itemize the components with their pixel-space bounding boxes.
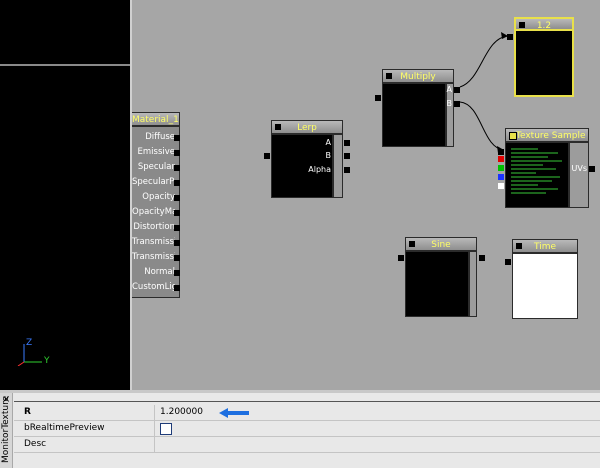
material-input-pin[interactable] [174, 210, 180, 216]
lerp-node[interactable]: Lerp A B Alpha [264, 120, 350, 198]
time-node[interactable]: Time [505, 239, 578, 319]
texture-uvs-pin[interactable] [589, 166, 595, 172]
constant-node[interactable]: 1.2 [507, 17, 574, 97]
material-input-label: Distortion [133, 222, 175, 232]
lerp-pin-alpha[interactable] [344, 167, 350, 173]
arrow-left-icon [219, 408, 249, 418]
constant-output-pin[interactable] [507, 34, 513, 40]
sine-node[interactable]: Sine [398, 237, 485, 317]
texture-rgb-pin[interactable] [498, 149, 504, 155]
time-output-pin[interactable] [505, 259, 511, 265]
constant-node-title: 1.2 [514, 17, 574, 31]
property-separator [154, 437, 155, 452]
texture-b-pin[interactable] [498, 174, 504, 180]
lerp-pin-a[interactable] [344, 140, 350, 146]
viewport-grid-line [0, 64, 130, 66]
material-input-label: Normal [144, 267, 175, 277]
texture-thumbnail-icon [508, 145, 566, 203]
material-input-pin[interactable] [174, 135, 180, 141]
material-input-pin[interactable] [174, 180, 180, 186]
material-input-label: SpecularPower [132, 177, 175, 187]
lerp-input-alpha: Alpha [308, 165, 331, 174]
lerp-input-a: A [325, 138, 331, 147]
property-row-r[interactable]: R 1.200000 [14, 405, 600, 421]
lerp-output-pin[interactable] [264, 153, 270, 159]
property-separator [154, 421, 155, 436]
lerp-port-column [333, 134, 343, 198]
sine-output-pin[interactable] [398, 255, 404, 261]
multiply-output-pin[interactable] [375, 95, 381, 101]
sine-node-preview [405, 251, 469, 317]
material-input-label: Emissive [137, 147, 176, 157]
properties-panel-title: MonitorTexture [1, 395, 11, 463]
material-input-label: Diffuse [145, 132, 175, 142]
property-name: R [24, 407, 31, 417]
lerp-node-title: Lerp [271, 120, 343, 134]
constant-node-preview [514, 31, 574, 97]
time-node-title: Time [512, 239, 578, 253]
multiply-input-b: B [446, 99, 453, 108]
material-input-label: CustomLighting [132, 282, 175, 292]
material-input-label: TransmissionMask [132, 237, 175, 247]
multiply-pin-a[interactable] [454, 87, 460, 93]
texture-g-pin[interactable] [498, 165, 504, 171]
texture-r-pin[interactable] [498, 156, 504, 162]
material-input-pin[interactable] [174, 240, 180, 246]
sine-node-title: Sine [405, 237, 477, 251]
property-separator [154, 405, 155, 420]
properties-panel: × MonitorTexture R 1.200000 bRealtimePre… [0, 390, 600, 468]
material-input-pin[interactable] [174, 270, 180, 276]
multiply-node-title: Multiply [382, 69, 454, 83]
material-input-pin[interactable] [174, 165, 180, 171]
texture-output-uvs: UVs [571, 164, 588, 173]
texture-a-pin[interactable] [498, 183, 504, 189]
properties-dock-tab[interactable]: × MonitorTexture [0, 393, 13, 468]
multiply-pin-b[interactable] [454, 101, 460, 107]
material-input-label: Opacity [142, 192, 175, 202]
texture-port-column [569, 142, 589, 208]
sine-input-pin[interactable] [479, 255, 485, 261]
texture-sample-title: Texture Sample [505, 128, 589, 142]
texture-sample-preview [505, 142, 569, 208]
material-graph-canvas[interactable]: Material_1 Diffuse Emissive Specular Specul… [132, 0, 600, 390]
axis-z-label: Z [26, 338, 33, 348]
property-name: bRealtimePreview [24, 423, 105, 433]
material-input-label: OpacityMask [132, 207, 175, 217]
material-input-pin[interactable] [174, 195, 180, 201]
axis-y-label: Y [44, 356, 50, 366]
properties-top-border [14, 401, 600, 402]
material-input-pin[interactable] [174, 225, 180, 231]
material-root-node[interactable]: Material_1 Diffuse Emissive Specular Specul… [132, 112, 180, 298]
material-input-pin[interactable] [174, 150, 180, 156]
material-input-label: TransmissionColor [132, 252, 175, 262]
property-value-r[interactable]: 1.200000 [160, 405, 203, 420]
preview-viewport[interactable]: Z Y [0, 0, 132, 390]
realtime-preview-checkbox[interactable] [160, 423, 172, 435]
material-input-label: Specular [137, 162, 175, 172]
time-node-preview [512, 253, 578, 319]
material-node-title: Material_1 [132, 112, 180, 126]
property-row-brealtimepreview[interactable]: bRealtimePreview [14, 421, 600, 437]
axis-widget-icon: Z Y [14, 336, 54, 369]
property-row-desc[interactable]: Desc [14, 437, 600, 453]
lerp-input-b: B [325, 151, 332, 160]
property-name: Desc [24, 439, 47, 449]
multiply-node[interactable]: Multiply A B [375, 69, 460, 149]
texture-sample-node[interactable]: Texture Sample UVs [498, 128, 595, 208]
lerp-pin-b[interactable] [344, 153, 350, 159]
sine-port-column [469, 251, 477, 317]
material-input-pin[interactable] [174, 255, 180, 261]
material-input-pin[interactable] [174, 285, 180, 291]
multiply-input-a: A [446, 85, 452, 94]
